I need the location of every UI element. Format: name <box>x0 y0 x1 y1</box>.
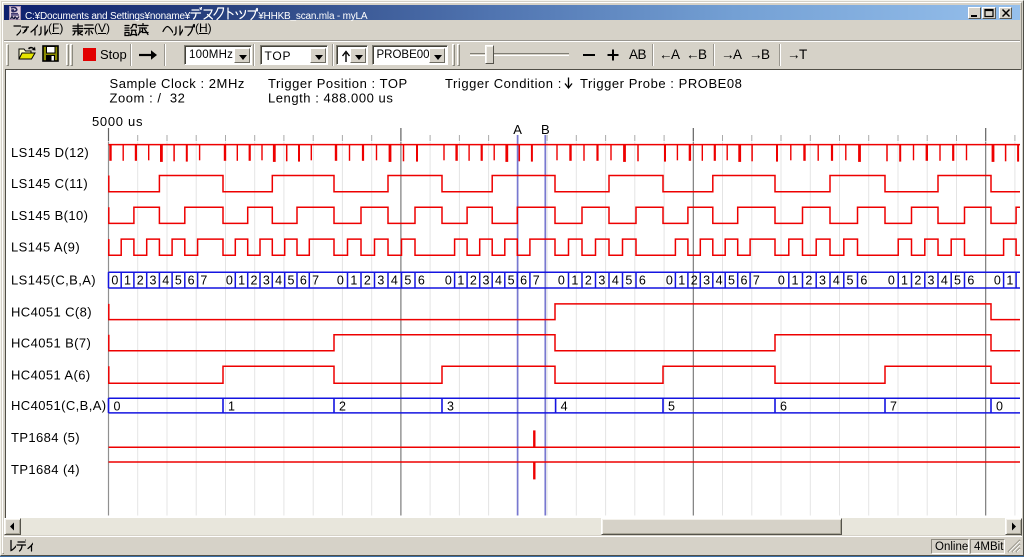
svg-text:6: 6 <box>967 274 974 288</box>
svg-text:2: 2 <box>914 274 921 288</box>
svg-text:2: 2 <box>251 274 258 288</box>
svg-text:6: 6 <box>188 274 195 288</box>
svg-text:HC4051 A(6): HC4051 A(6) <box>11 367 91 382</box>
svg-text:6: 6 <box>860 274 867 288</box>
svg-text:3: 3 <box>447 399 454 413</box>
svg-text:1: 1 <box>350 274 357 288</box>
svg-text:3: 3 <box>819 274 826 288</box>
svg-text:1: 1 <box>678 274 685 288</box>
svg-text:HC4051(C,B,A): HC4051(C,B,A) <box>11 398 107 413</box>
svg-text:Length : 488.000 us: Length : 488.000 us <box>268 91 393 106</box>
svg-text:TP1684 (5): TP1684 (5) <box>11 430 80 445</box>
svg-text:LS145 D(12): LS145 D(12) <box>11 145 89 160</box>
svg-text:LS145 A(9): LS145 A(9) <box>11 240 80 255</box>
svg-text:5: 5 <box>175 274 182 288</box>
svg-text:1: 1 <box>792 274 799 288</box>
svg-text:7: 7 <box>533 274 540 288</box>
svg-text:4: 4 <box>561 399 568 413</box>
svg-text:3: 3 <box>483 274 490 288</box>
svg-text:Zoom : / 32: Zoom : / 32 <box>110 91 186 106</box>
svg-text:5: 5 <box>288 274 295 288</box>
svg-text:4: 4 <box>391 274 398 288</box>
svg-text:6: 6 <box>300 274 307 288</box>
svg-text:4: 4 <box>833 274 840 288</box>
svg-text:Trigger Condition :: Trigger Condition : <box>445 76 562 91</box>
svg-text:1: 1 <box>457 274 464 288</box>
svg-text:0: 0 <box>111 274 118 288</box>
svg-text:3: 3 <box>703 274 710 288</box>
svg-text:5: 5 <box>404 274 411 288</box>
svg-text:LS145 C(11): LS145 C(11) <box>11 176 88 191</box>
svg-text:4: 4 <box>162 274 169 288</box>
svg-text:7: 7 <box>200 274 207 288</box>
svg-text:2: 2 <box>364 274 371 288</box>
svg-text:1: 1 <box>124 274 131 288</box>
svg-text:3: 3 <box>377 274 384 288</box>
svg-text:0: 0 <box>337 274 344 288</box>
svg-text:Sample Clock : 2MHz: Sample Clock : 2MHz <box>110 76 245 91</box>
svg-text:6: 6 <box>639 274 646 288</box>
svg-text:4: 4 <box>941 274 948 288</box>
svg-text:A: A <box>513 122 522 137</box>
svg-text:5: 5 <box>847 274 854 288</box>
svg-text:1: 1 <box>238 274 245 288</box>
svg-text:Trigger Position : TOP: Trigger Position : TOP <box>268 76 408 91</box>
svg-text:0: 0 <box>558 274 565 288</box>
svg-text:1: 1 <box>571 274 578 288</box>
svg-text:5000 us: 5000 us <box>92 114 143 129</box>
svg-text:7: 7 <box>890 399 897 413</box>
svg-text:5: 5 <box>625 274 632 288</box>
svg-text:2: 2 <box>691 274 698 288</box>
svg-text:7: 7 <box>312 274 319 288</box>
svg-text:3: 3 <box>598 274 605 288</box>
svg-text:3: 3 <box>263 274 270 288</box>
svg-text:3: 3 <box>150 274 157 288</box>
svg-text:2: 2 <box>585 274 592 288</box>
svg-text:4: 4 <box>612 274 619 288</box>
svg-text:2: 2 <box>339 399 346 413</box>
svg-text:6: 6 <box>780 399 787 413</box>
svg-text:TP1684 (4): TP1684 (4) <box>11 462 80 477</box>
svg-text:Trigger Probe : PROBE08: Trigger Probe : PROBE08 <box>580 76 742 91</box>
svg-text:4: 4 <box>275 274 282 288</box>
svg-text:LS145 B(10): LS145 B(10) <box>11 208 88 223</box>
svg-text:1: 1 <box>1006 274 1013 288</box>
svg-text:4: 4 <box>716 274 723 288</box>
svg-text:2: 2 <box>805 274 812 288</box>
svg-text:4: 4 <box>495 274 502 288</box>
svg-text:HC4051 C(8): HC4051 C(8) <box>11 304 92 319</box>
svg-text:1: 1 <box>228 399 235 413</box>
svg-text:2: 2 <box>470 274 477 288</box>
svg-text:7: 7 <box>753 274 760 288</box>
svg-text:6: 6 <box>418 274 425 288</box>
svg-text:0: 0 <box>888 274 895 288</box>
svg-text:5: 5 <box>508 274 515 288</box>
svg-text:0: 0 <box>226 274 233 288</box>
svg-text:5: 5 <box>728 274 735 288</box>
svg-text:5: 5 <box>668 399 675 413</box>
svg-text:6: 6 <box>520 274 527 288</box>
svg-text:LS145(C,B,A): LS145(C,B,A) <box>11 273 96 288</box>
svg-text:2: 2 <box>137 274 144 288</box>
svg-text:6: 6 <box>741 274 748 288</box>
svg-text:0: 0 <box>994 274 1001 288</box>
svg-text:0: 0 <box>996 399 1003 413</box>
svg-text:5: 5 <box>954 274 961 288</box>
svg-text:0: 0 <box>666 274 673 288</box>
svg-text:0: 0 <box>445 274 452 288</box>
svg-text:3: 3 <box>928 274 935 288</box>
svg-text:0: 0 <box>114 399 121 413</box>
svg-text:0: 0 <box>778 274 785 288</box>
svg-text:HC4051 B(7): HC4051 B(7) <box>11 335 91 350</box>
svg-text:B: B <box>541 122 550 137</box>
svg-text:1: 1 <box>901 274 908 288</box>
